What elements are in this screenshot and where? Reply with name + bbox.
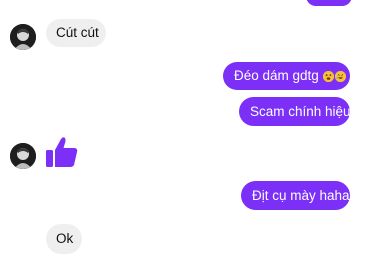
avatar-image [10,24,36,50]
message-text: Ok [56,231,74,247]
rolling-on-floor-laughing-emoji [334,70,346,82]
incoming-message-bubble[interactable]: Cút cút [46,19,106,47]
incoming-message-bubble[interactable]: Ok [46,224,82,254]
outgoing-message-bubble[interactable]: Địt cụ mày haha [241,181,350,210]
weary-face-emoji [322,70,334,82]
outgoing-message-bubble-partial[interactable] [306,0,352,6]
message-text: Đéo dám gdtg [234,68,319,84]
contact-avatar[interactable] [10,24,36,50]
message-text: Địt cụ mày haha [252,187,350,203]
contact-avatar[interactable] [10,143,36,169]
avatar-image [10,143,36,169]
outgoing-message-bubble[interactable]: Scam chính hiệu [239,97,351,126]
message-text: Cút cút [56,25,99,41]
like-message[interactable] [45,135,79,169]
outgoing-message-bubble[interactable]: Đéo dám gdtg [223,62,350,90]
message-text: Scam chính hiệu [250,103,351,119]
thumbs-up-icon [46,137,78,167]
